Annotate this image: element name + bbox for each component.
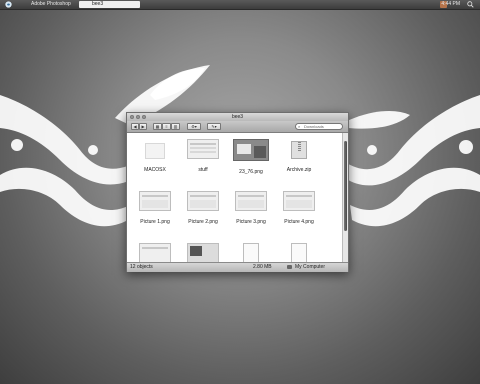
file-item[interactable]: 23_76.png	[227, 139, 275, 175]
file-thumbnail	[139, 243, 171, 262]
scrollbar-thumb[interactable]	[344, 141, 347, 231]
file-item[interactable]: Picture 3.png	[227, 191, 275, 225]
minimize-window-button[interactable]	[136, 115, 140, 119]
finder-toolbar: ◀ ▶ ▦ ≡ ▥ ⚙▾ ✎▾ ⌕ Downloads	[127, 121, 348, 133]
file-item[interactable]	[227, 243, 275, 262]
list-view-button[interactable]: ≡	[162, 123, 171, 130]
photo-thumbnail	[233, 139, 269, 161]
file-label: Picture 2.png	[188, 219, 218, 225]
file-item[interactable]: Picture 2.png	[179, 191, 227, 225]
forward-button[interactable]: ▶	[139, 123, 147, 130]
forward-arrow-icon: ▶	[141, 124, 145, 129]
vertical-scrollbar[interactable]	[342, 133, 348, 262]
icon-view-button[interactable]: ▦	[153, 123, 162, 130]
file-label: Picture 3.png	[236, 219, 266, 225]
gear-icon: ⚙▾	[191, 124, 197, 129]
file-thumbnail	[187, 243, 219, 262]
back-arrow-icon: ◀	[133, 124, 137, 129]
path-icon: ✎▾	[211, 124, 217, 129]
file-item[interactable]: Archive.zip	[275, 139, 323, 173]
file-item[interactable]	[179, 243, 227, 262]
document-tab-label: bee3	[92, 1, 104, 7]
column-view-button[interactable]: ▥	[171, 123, 180, 130]
file-thumbnail	[235, 191, 267, 211]
file-grid: MACOSX stuff 23_76.png Archive.zip Pictu…	[127, 133, 342, 262]
back-button[interactable]: ◀	[131, 123, 139, 130]
apple-menu-icon[interactable]	[5, 1, 12, 8]
item-count: 12 objects	[130, 264, 153, 270]
computer-icon	[287, 265, 292, 269]
document-icon	[243, 243, 259, 262]
menubar-clock[interactable]: 4:44 PM	[441, 0, 460, 9]
file-thumbnail	[139, 191, 171, 211]
action-menu-button[interactable]: ⚙▾	[187, 123, 201, 130]
location-label: My Computer	[295, 264, 326, 270]
search-placeholder: Downloads	[304, 124, 324, 129]
window-titlebar[interactable]: bee3	[127, 113, 348, 121]
file-item[interactable]: Picture 1.png	[131, 191, 179, 225]
file-label: Picture 4.png	[284, 219, 314, 225]
active-app-name[interactable]: Adobe Photoshop	[31, 0, 71, 9]
file-label: Picture 1.png	[140, 219, 170, 225]
file-item[interactable]: stuff	[179, 139, 227, 173]
document-icon	[291, 243, 307, 262]
file-thumbnail	[283, 191, 315, 211]
file-label: Archive.zip	[286, 167, 312, 173]
file-thumbnail	[187, 191, 219, 211]
zip-icon	[291, 141, 307, 159]
window-title: bee3	[231, 114, 244, 120]
column-view-icon: ▥	[173, 124, 178, 129]
search-icon: ⌕	[298, 124, 301, 129]
file-thumbnail	[187, 139, 219, 159]
document-tab[interactable]: bee3	[79, 1, 140, 8]
zoom-window-button[interactable]	[142, 115, 146, 119]
file-item[interactable]	[131, 243, 179, 262]
folder-icon	[145, 143, 165, 159]
file-item[interactable]: MACOSX	[131, 139, 179, 173]
file-label: 23_76.png	[239, 169, 263, 175]
file-item[interactable]	[275, 243, 323, 262]
status-bar: 12 objects 2.80 MB My Computer	[127, 262, 348, 272]
file-item[interactable]: Picture 4.png	[275, 191, 323, 225]
close-window-button[interactable]	[130, 115, 134, 119]
file-label: stuff	[198, 167, 208, 173]
list-view-icon: ≡	[165, 124, 168, 129]
finder-window: bee3 ◀ ▶ ▦ ≡ ▥ ⚙▾ ✎▾ ⌕ Downloads MACOSX …	[126, 112, 349, 272]
total-size: 2.80 MB	[253, 264, 272, 270]
menu-bar: Adobe Photoshop bee3 4:44 PM	[0, 0, 480, 10]
icon-view-icon: ▦	[155, 124, 160, 129]
file-label: MACOSX	[144, 167, 166, 173]
search-field[interactable]: ⌕ Downloads	[295, 123, 343, 130]
spotlight-search-icon[interactable]	[467, 1, 474, 8]
path-menu-button[interactable]: ✎▾	[207, 123, 221, 130]
